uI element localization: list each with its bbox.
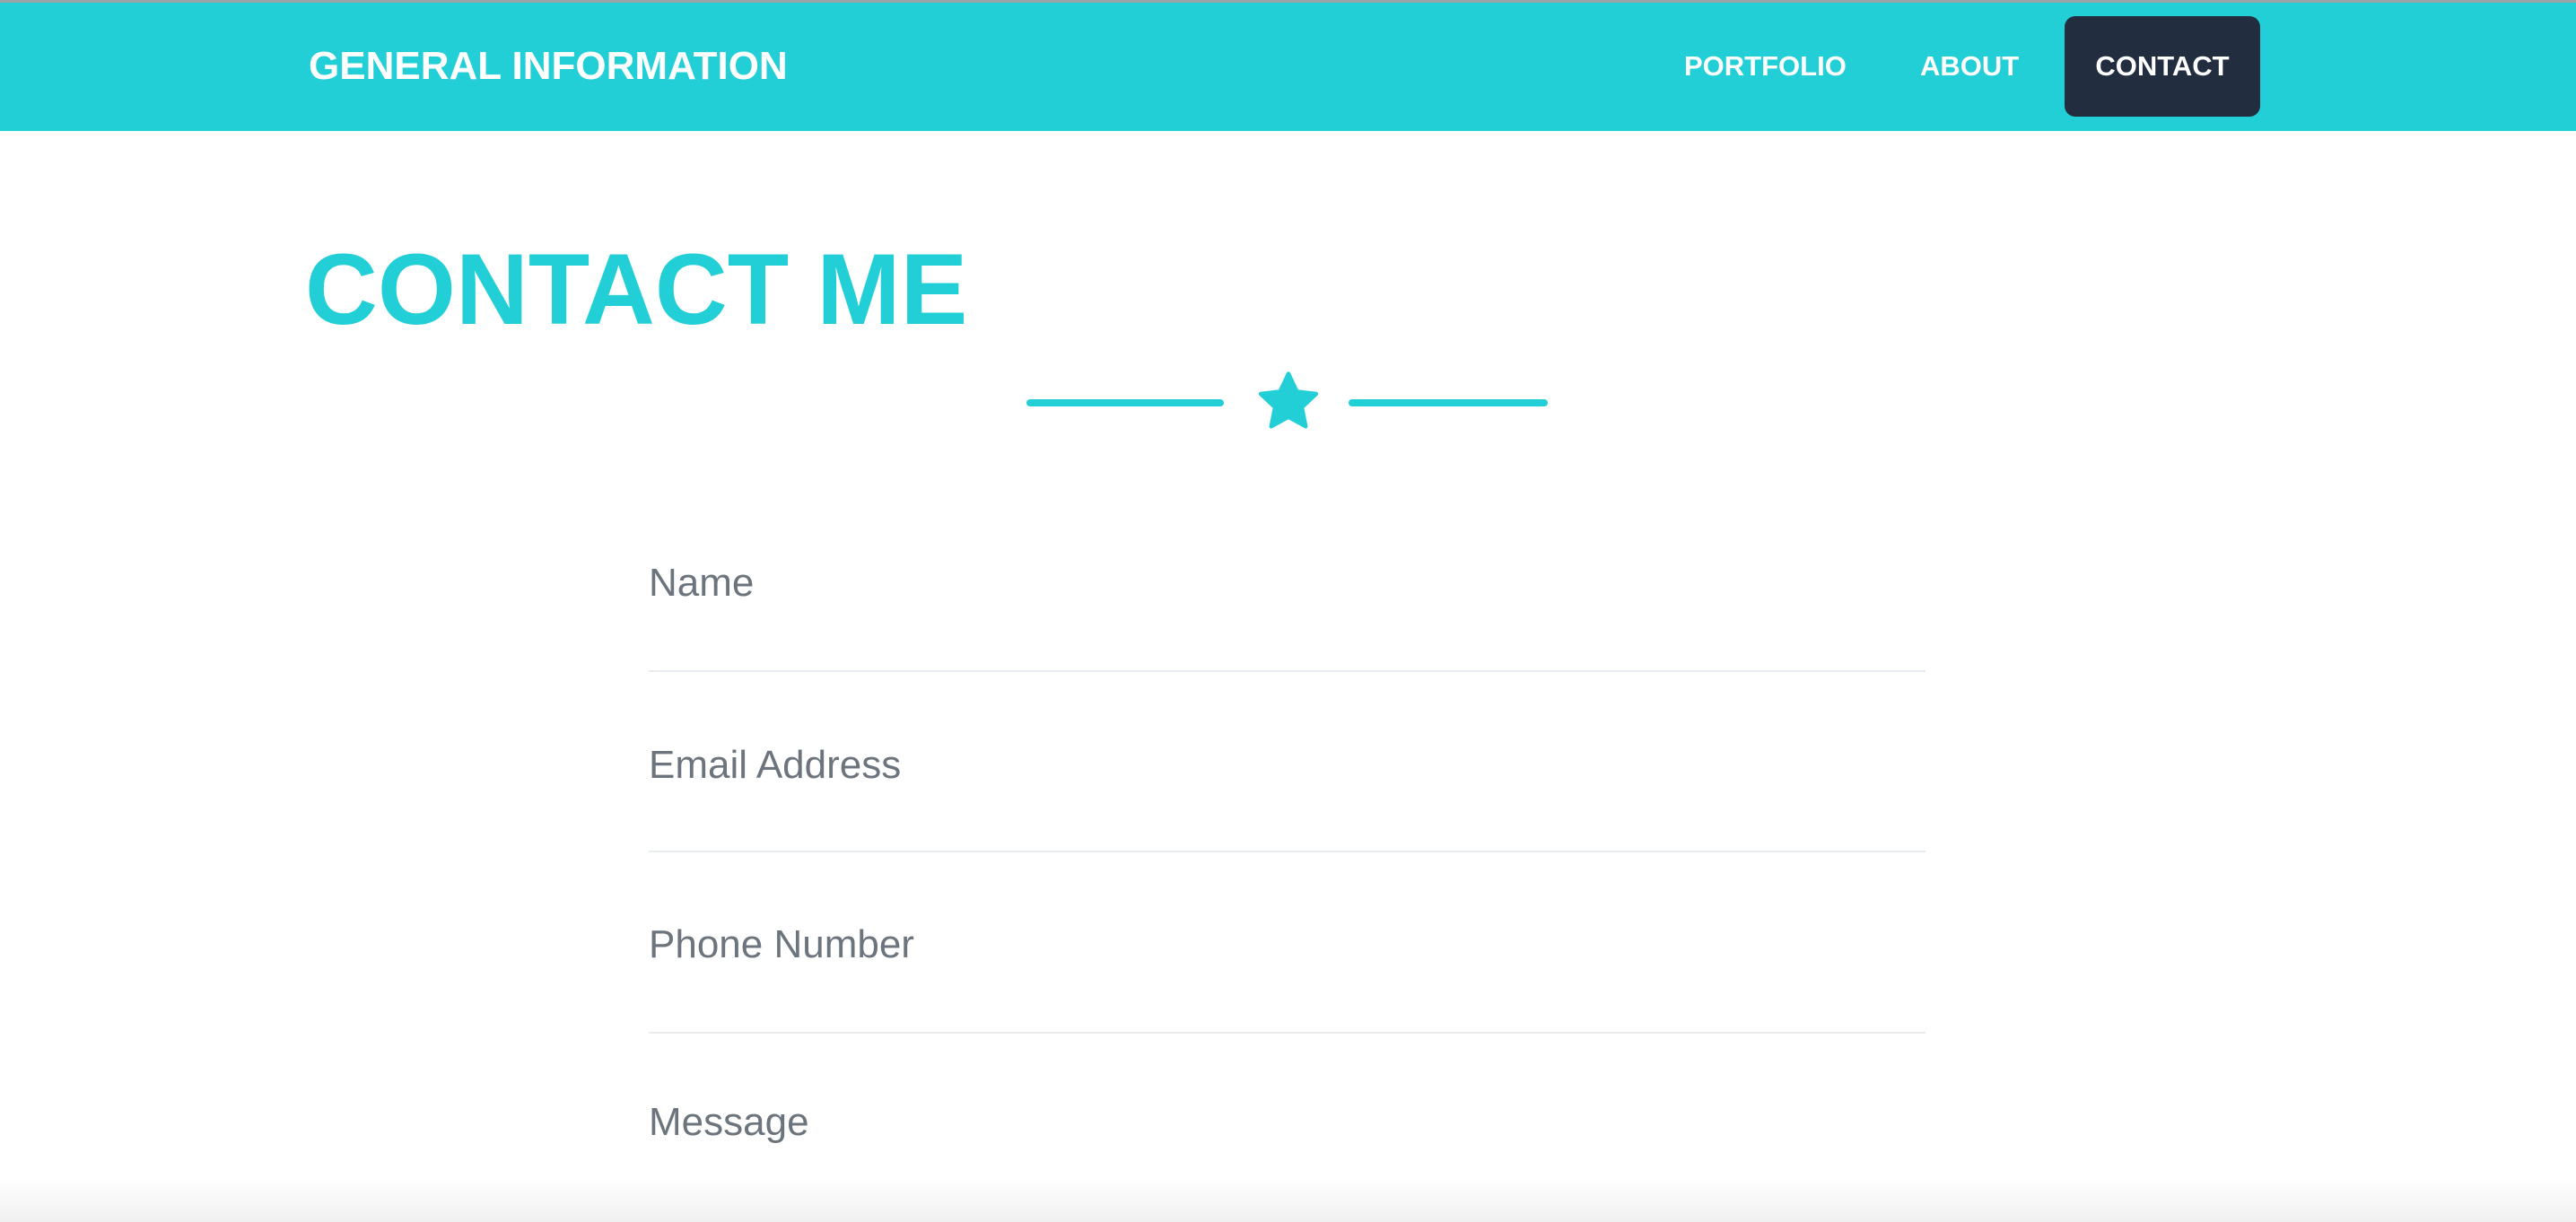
nav-contact-active[interactable]: CONTACT — [2065, 16, 2260, 117]
phone-placeholder: Phone Number — [649, 922, 914, 966]
nav-about[interactable]: ABOUT — [1920, 50, 2019, 83]
message-placeholder: Message — [649, 1100, 809, 1144]
star-icon — [1258, 371, 1319, 429]
page-title: CONTACT ME — [305, 233, 968, 345]
brand-link[interactable]: GENERAL INFORMATION — [309, 44, 788, 89]
phone-field[interactable]: Phone Number — [649, 852, 1925, 1034]
navbar: GENERAL INFORMATION PORTFOLIO ABOUT CONT… — [0, 3, 2576, 131]
divider-line-right — [1349, 399, 1548, 406]
nav-portfolio[interactable]: PORTFOLIO — [1684, 50, 1847, 83]
divider-line-left — [1026, 399, 1224, 406]
bottom-fade — [0, 1177, 2576, 1222]
name-placeholder: Name — [649, 561, 755, 605]
email-placeholder: Email Address — [649, 743, 902, 787]
email-field[interactable]: Email Address — [649, 671, 1925, 852]
name-field[interactable]: Name — [649, 491, 1925, 672]
